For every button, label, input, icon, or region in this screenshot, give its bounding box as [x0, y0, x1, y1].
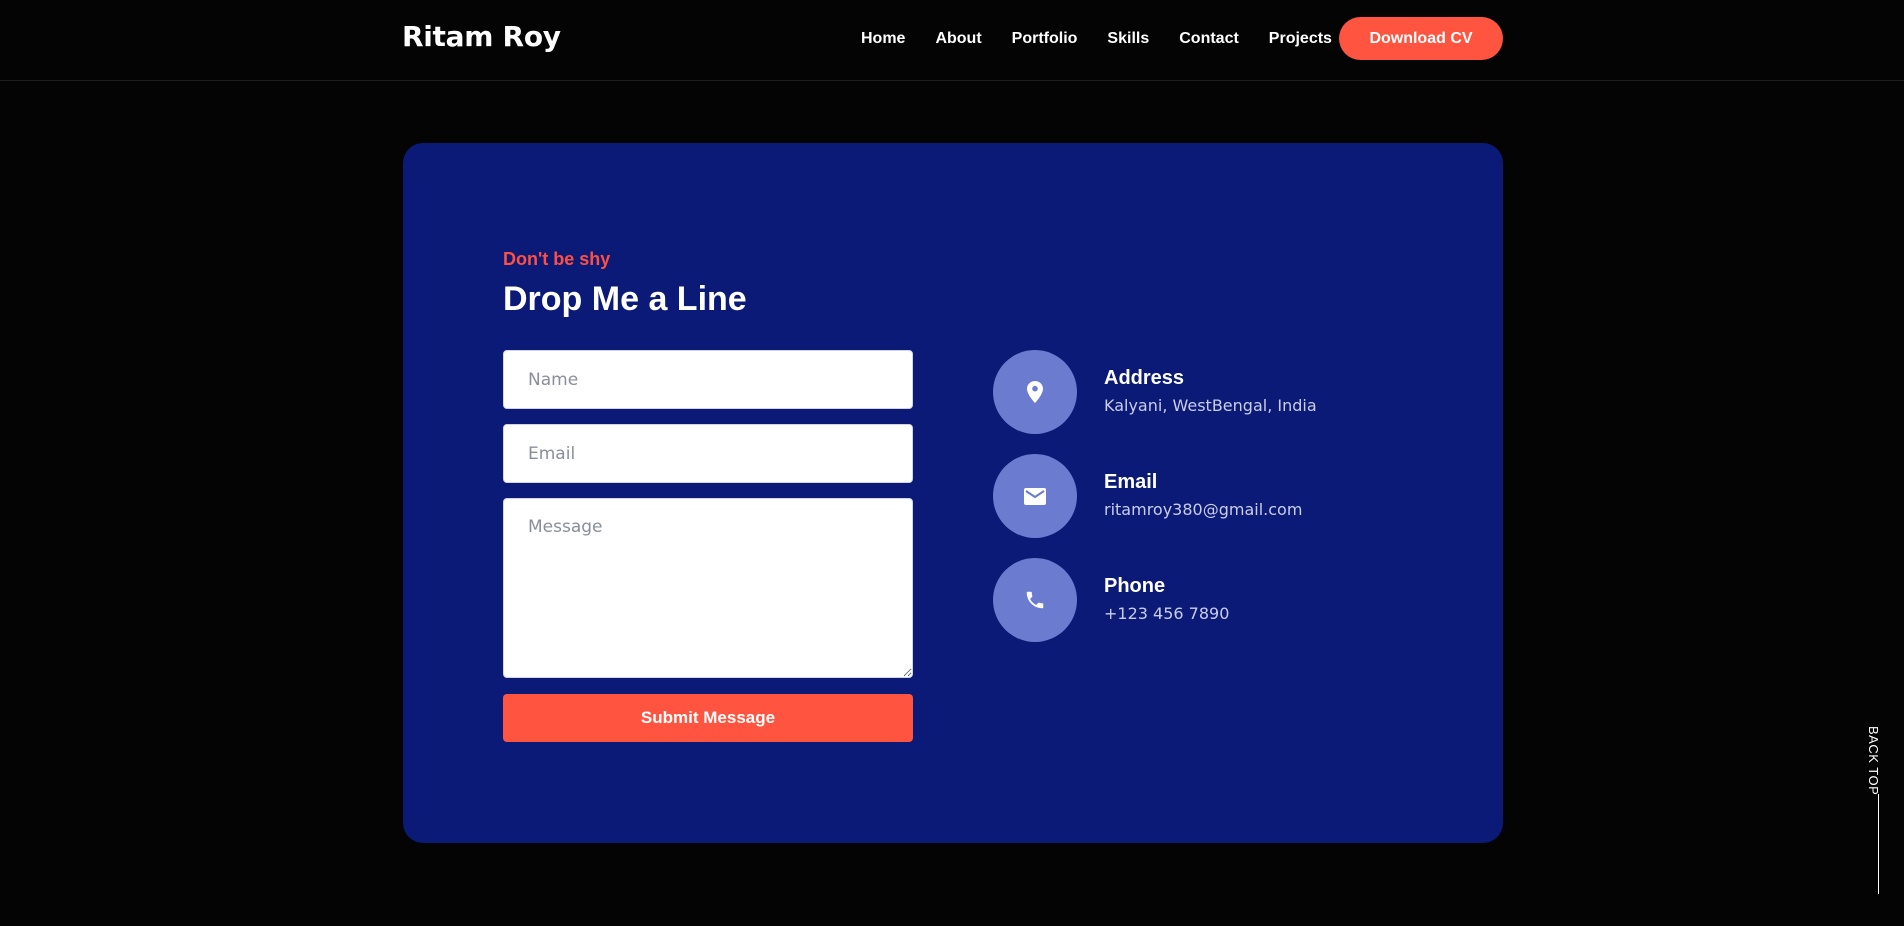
- download-cv-button[interactable]: Download CV: [1339, 17, 1503, 60]
- email-input[interactable]: [503, 424, 913, 483]
- info-title: Address: [1104, 367, 1185, 389]
- submit-message-button[interactable]: Submit Message: [503, 694, 913, 742]
- nav-about[interactable]: About: [935, 30, 981, 48]
- contact-card: Don't be shy Drop Me a Line Submit Messa…: [403, 143, 1503, 843]
- message-textarea[interactable]: [503, 498, 913, 678]
- info-value[interactable]: +123 456 7890: [1104, 604, 1229, 623]
- nav-home[interactable]: Home: [861, 30, 905, 48]
- brand-logo[interactable]: Ritam Roy: [402, 20, 561, 53]
- info-title: Phone: [1104, 575, 1166, 597]
- nav-skills[interactable]: Skills: [1107, 30, 1149, 48]
- envelope-icon: [993, 454, 1077, 538]
- section-eyebrow: Don't be shy: [503, 249, 611, 269]
- nav-contact[interactable]: Contact: [1179, 30, 1239, 48]
- main-nav: Home About Portfolio Skills Contact Proj…: [861, 30, 1332, 48]
- location-pin-icon: [993, 350, 1077, 434]
- info-title: Email: [1104, 471, 1158, 493]
- phone-icon: [993, 558, 1077, 642]
- section-title: Drop Me a Line: [503, 280, 747, 318]
- info-phone: Phone +123 456 7890: [993, 558, 1413, 642]
- info-address: Address Kalyani, WestBengal, India: [993, 350, 1413, 434]
- info-value: Kalyani, WestBengal, India: [1104, 396, 1317, 415]
- info-email: Email ritamroy380@gmail.com: [993, 454, 1413, 538]
- nav-projects[interactable]: Projects: [1269, 30, 1332, 48]
- nav-portfolio[interactable]: Portfolio: [1012, 30, 1078, 48]
- back-top-line: [1878, 794, 1879, 894]
- back-to-top-link[interactable]: BACK TOP: [1866, 726, 1896, 896]
- info-value[interactable]: ritamroy380@gmail.com: [1104, 500, 1302, 519]
- name-input[interactable]: [503, 350, 913, 409]
- site-header: Ritam Roy Home About Portfolio Skills Co…: [0, 0, 1904, 81]
- back-top-label: BACK TOP: [1866, 726, 1881, 796]
